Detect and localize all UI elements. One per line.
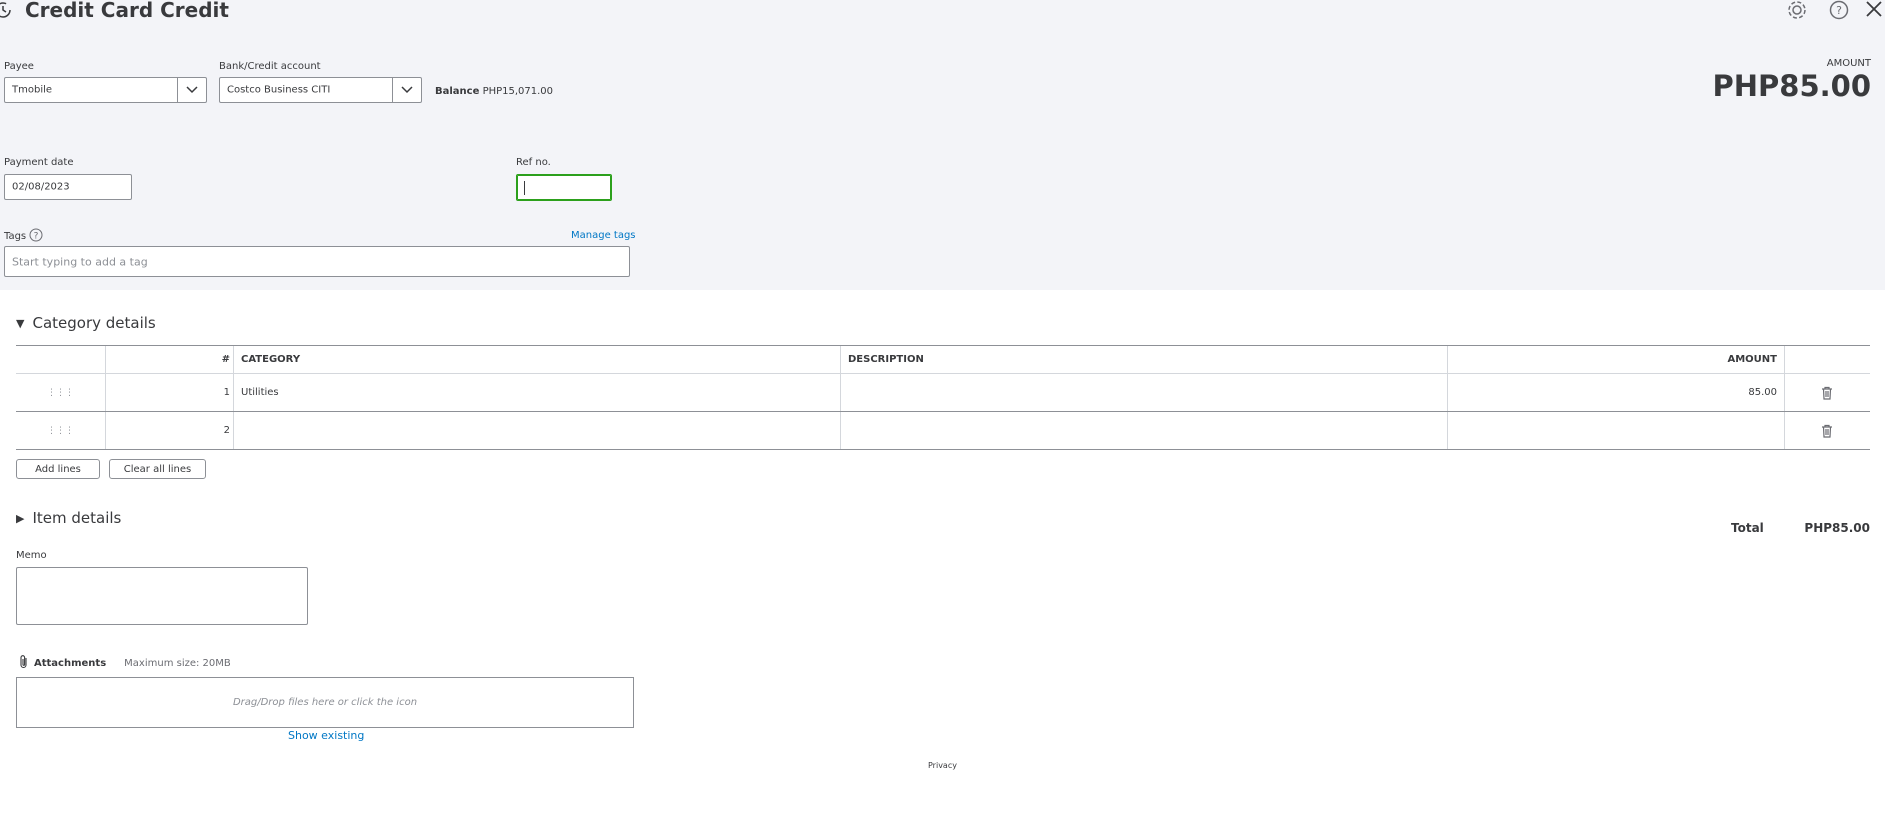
memo-label: Memo	[16, 550, 47, 561]
dropzone-text: Drag/Drop files here or click the icon	[232, 697, 418, 708]
help-icon[interactable]: ?	[29, 228, 43, 245]
balance-value: PHP15,071.00	[482, 86, 554, 97]
bank-account-value: Costco Business CITI	[227, 84, 331, 96]
col-header-category: CATEGORY	[241, 354, 301, 365]
manage-tags-link[interactable]: Manage tags	[571, 230, 636, 241]
trash-icon[interactable]	[1784, 374, 1870, 411]
table-header-row: # CATEGORY DESCRIPTION AMOUNT	[16, 345, 1870, 374]
caret-down-icon: ▼	[16, 316, 25, 330]
amount-label: AMOUNT	[1826, 58, 1871, 69]
balance: Balance PHP15,071.00	[435, 86, 553, 97]
row-description[interactable]	[848, 374, 1438, 411]
col-header-description: DESCRIPTION	[848, 354, 924, 365]
table-row[interactable]: ⋮⋮⋮ 1 Utilities 85.00	[16, 374, 1870, 412]
attachments-header: Attachments Maximum size: 20MB	[18, 654, 231, 673]
category-details-toggle[interactable]: ▼ Category details	[16, 314, 156, 332]
payment-date-input[interactable]: 02/08/2023	[4, 174, 132, 200]
tags-input[interactable]: Start typing to add a tag	[4, 246, 630, 277]
close-icon[interactable]	[1862, 0, 1884, 20]
total-value: PHP85.00	[1804, 521, 1870, 535]
item-details-title: Item details	[32, 509, 122, 527]
balance-label: Balance	[435, 86, 480, 97]
gear-icon[interactable]	[1786, 0, 1810, 20]
tags-placeholder: Start typing to add a tag	[12, 255, 148, 268]
help-icon[interactable]: ?	[1828, 0, 1850, 20]
bank-account-select[interactable]: Costco Business CITI	[219, 77, 422, 103]
drag-handle-icon[interactable]: ⋮⋮⋮	[16, 412, 105, 449]
row-number: 2	[223, 425, 230, 436]
payment-date-label: Payment date	[4, 157, 74, 168]
attachments-label: Attachments	[34, 658, 107, 669]
drag-handle-icon[interactable]: ⋮⋮⋮	[16, 374, 105, 411]
col-header-number: #	[221, 354, 230, 365]
row-description[interactable]	[848, 412, 1438, 449]
history-icon[interactable]	[0, 0, 14, 20]
memo-textarea[interactable]	[16, 567, 308, 625]
ref-no-input[interactable]	[516, 174, 612, 201]
text-cursor	[524, 181, 525, 195]
clear-all-lines-button[interactable]: Clear all lines	[109, 459, 206, 479]
attachments-dropzone[interactable]: Drag/Drop files here or click the icon	[16, 677, 634, 728]
chevron-down-icon[interactable]	[392, 78, 421, 102]
amount-value: PHP85.00	[1712, 69, 1871, 103]
tags-label-text: Tags	[4, 231, 27, 242]
caret-right-icon: ▶	[16, 511, 25, 525]
payee-select[interactable]: Tmobile	[4, 77, 207, 103]
svg-text:?: ?	[1836, 4, 1842, 17]
ref-no-label: Ref no.	[516, 157, 551, 168]
payee-value: Tmobile	[12, 84, 53, 96]
row-category[interactable]: Utilities	[241, 374, 831, 411]
category-details-title: Category details	[32, 314, 156, 332]
svg-text:?: ?	[34, 232, 39, 242]
show-existing-link[interactable]: Show existing	[288, 729, 364, 742]
chevron-down-icon[interactable]	[177, 78, 206, 102]
tags-label: Tags ?	[4, 228, 43, 245]
total-label: Total	[1731, 521, 1764, 535]
row-category[interactable]	[241, 412, 831, 449]
add-lines-button[interactable]: Add lines	[16, 459, 100, 479]
item-details-toggle[interactable]: ▶ Item details	[16, 509, 121, 527]
page-title: Credit Card Credit	[25, 0, 229, 22]
bank-account-label: Bank/Credit account	[219, 61, 321, 72]
row-number: 1	[223, 387, 230, 398]
attachments-max-size: Maximum size: 20MB	[124, 658, 231, 669]
paperclip-icon[interactable]	[18, 654, 30, 673]
payee-label: Payee	[4, 61, 34, 72]
trash-icon[interactable]	[1784, 412, 1870, 449]
payment-date-value: 02/08/2023	[12, 181, 70, 193]
table-row[interactable]: ⋮⋮⋮ 2	[16, 412, 1870, 450]
col-header-amount: AMOUNT	[1727, 354, 1777, 365]
privacy-link[interactable]: Privacy	[928, 761, 957, 770]
row-amount[interactable]	[1447, 412, 1777, 449]
row-amount[interactable]: 85.00	[1447, 374, 1777, 411]
